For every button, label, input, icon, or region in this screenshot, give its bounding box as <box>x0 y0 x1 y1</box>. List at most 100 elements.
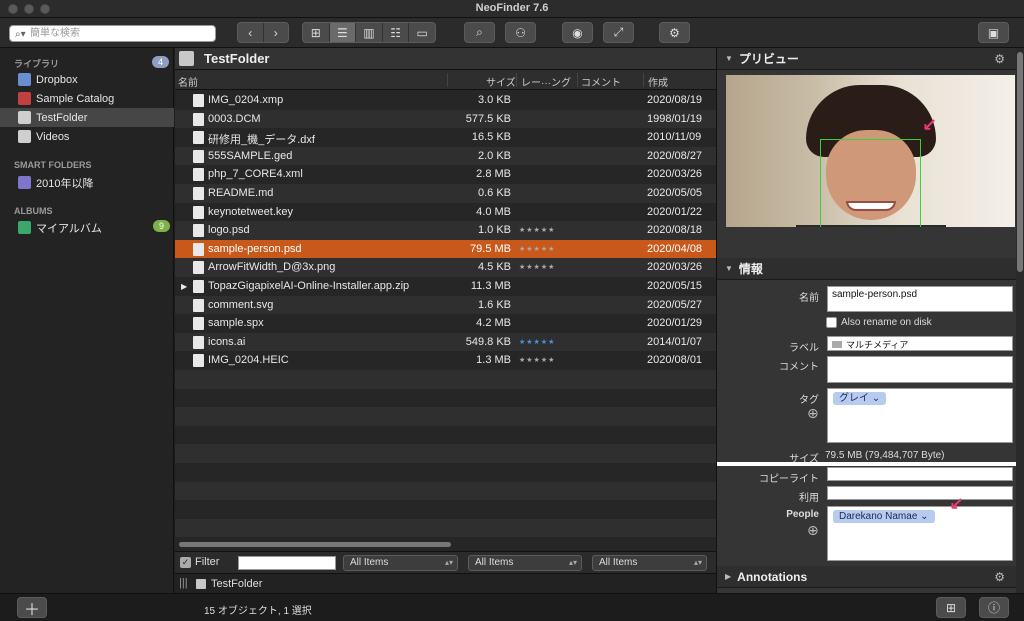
inspector-toggle-button[interactable]: ▣ <box>978 22 1009 43</box>
table-row[interactable]: comment.svg 1.6 KB 2020/05/27 <box>175 295 716 315</box>
inspector-scrollbar[interactable] <box>1016 48 1024 593</box>
add-button[interactable]: ＋ <box>17 597 47 619</box>
filter-checkbox[interactable]: ✓ <box>180 557 191 568</box>
people-field[interactable]: Darekano Namae ⌄ <box>827 506 1013 561</box>
filter-input[interactable] <box>238 556 336 570</box>
file-date: 2020/08/18 <box>647 224 703 237</box>
grip-icon[interactable]: ||| <box>179 577 188 589</box>
file-name: ArrowFitWidth_D@3x.png <box>208 261 336 274</box>
column-view-icon[interactable]: ▥ <box>356 23 383 42</box>
usage-field[interactable] <box>827 486 1013 500</box>
table-row[interactable]: php_7_CORE4.xml 2.8 MB 2020/03/26 <box>175 165 716 184</box>
people-chip[interactable]: Darekano Namae ⌄ <box>833 510 935 523</box>
sidebar-item-testfolder[interactable]: TestFolder <box>0 108 174 127</box>
sidebar-item-videos[interactable]: Videos <box>0 127 174 146</box>
empty-row <box>175 426 716 445</box>
filter-dropdown-2[interactable]: All Items ▴▾ <box>468 555 582 571</box>
gallery-view-icon[interactable]: ▭ <box>409 23 435 42</box>
quicklook-button[interactable]: ◉ <box>562 22 593 43</box>
table-row[interactable]: sample.spx 4.2 MB 2020/01/29 <box>175 314 716 333</box>
search-input[interactable]: ⌕▾ 簡単な検索 <box>9 25 216 42</box>
file-name: php_7_CORE4.xml <box>208 168 303 181</box>
settings-button[interactable]: ⚙ <box>659 22 690 43</box>
sidebar-item-album[interactable]: マイアルバム 9 <box>0 218 174 237</box>
name-label: 名前 <box>799 293 819 304</box>
tag-label: タグ <box>799 395 819 406</box>
column-created[interactable]: 作成 <box>648 74 668 89</box>
file-size: 549.8 KB <box>465 335 511 348</box>
empty-row <box>175 407 716 426</box>
info-section-header[interactable]: ▼ 情報 <box>717 258 1017 280</box>
library-badge: 4 <box>152 56 169 68</box>
label-select[interactable]: マルチメディア <box>827 336 1013 351</box>
face-detection-box[interactable] <box>820 139 921 227</box>
info-button[interactable]: ⓘ <box>979 597 1009 618</box>
forward-icon[interactable]: › <box>264 23 289 42</box>
table-row[interactable]: IMG_0204.xmp 3.0 KB 2020/08/19 <box>175 91 716 110</box>
sidebar-item-label: マイアルバム <box>36 222 102 235</box>
people-button[interactable]: ⚇ <box>505 22 536 43</box>
filter-dropdown-1[interactable]: All Items ▴▾ <box>343 555 458 571</box>
gear-icon[interactable]: ⚙ <box>994 570 1005 584</box>
table-row[interactable]: logo.psd 1.0 KB ★★★★★ 2020/08/18 <box>175 221 716 240</box>
detail-view-icon[interactable]: ☷ <box>383 23 410 42</box>
table-row[interactable]: ArrowFitWidth_D@3x.png 4.5 KB ★★★★★ 2020/03… <box>175 258 716 277</box>
column-rating[interactable]: レー···ング <box>521 74 571 89</box>
file-name: icons.ai <box>208 335 246 348</box>
people-icon: ⚇ <box>515 25 526 40</box>
folder-title: TestFolder <box>204 51 270 66</box>
gear-icon[interactable]: ⚙ <box>994 52 1005 66</box>
sidebar-item-dropbox[interactable]: Dropbox <box>0 70 174 89</box>
disclosure-triangle-icon: ▶ <box>725 572 732 581</box>
copyright-field[interactable] <box>827 467 1013 481</box>
also-rename-checkbox[interactable] <box>826 317 837 328</box>
table-row[interactable]: 0003.DCM 577.5 KB 1998/01/19 <box>175 109 716 129</box>
file-date: 2020/05/27 <box>647 298 703 311</box>
table-row[interactable]: icons.ai 549.8 KB ★★★★★ 2014/01/07 <box>175 332 716 352</box>
file-size: 0.6 KB <box>477 187 511 199</box>
column-size[interactable]: サイズ <box>486 74 516 89</box>
horizontal-scrollbar[interactable] <box>179 542 451 547</box>
inspector-panel: ▼ プリビュー ⚙ ↙ ▼ 情報 名前 sample-person.psd Also … <box>716 48 1017 593</box>
add-tag-icon[interactable]: ⊕ <box>807 405 819 422</box>
file-icon <box>193 168 204 182</box>
annotations-section-header[interactable]: ▶ Annotations ⚙ <box>717 566 1017 588</box>
icon-view-icon[interactable]: ⊞ <box>303 23 330 42</box>
people-chip-label: Darekano Namae <box>839 511 918 522</box>
table-row[interactable]: README.md 0.6 KB 2020/05/05 <box>175 184 716 203</box>
title-bar: NeoFinder 7.6 <box>0 0 1024 18</box>
column-comment[interactable]: コメント <box>581 74 621 89</box>
table-row[interactable]: 研修用_機_データ.dxf 16.5 KB 2010/11/09 <box>175 128 716 147</box>
table-row[interactable]: sample-person.psd 79.5 MB ★★★★★ 2020/04/08 <box>175 239 716 259</box>
list-view-icon[interactable]: ☰ <box>329 23 357 42</box>
tag-field[interactable]: グレイ ⌄ <box>827 388 1013 443</box>
path-text[interactable]: TestFolder <box>211 578 262 590</box>
add-person-icon[interactable]: ⊕ <box>807 522 819 539</box>
table-row[interactable]: 555SAMPLE.ged 2.0 KB 2020/08/27 <box>175 146 716 166</box>
tag-chip[interactable]: グレイ ⌄ <box>833 392 887 405</box>
dropdown-value: All Items <box>599 557 638 568</box>
label-color-swatch <box>832 341 842 348</box>
file-icon <box>193 317 204 331</box>
map-button[interactable]: ⊞ <box>936 597 966 618</box>
scroll-thumb[interactable] <box>1017 52 1023 272</box>
table-row[interactable]: keynotetweet.key 4.0 MB 2020/01/22 <box>175 203 716 222</box>
comment-label: コメント <box>779 362 819 373</box>
name-field[interactable]: sample-person.psd <box>827 286 1013 312</box>
fullscreen-button[interactable]: ⤢ <box>603 22 634 43</box>
column-name[interactable]: 名前 <box>178 74 198 89</box>
preview-section-header[interactable]: ▼ プリビュー ⚙ <box>717 48 1017 70</box>
file-date: 2020/04/08 <box>647 242 703 255</box>
back-icon[interactable]: ‹ <box>238 23 264 42</box>
sidebar-item-smart-folder[interactable]: 2010年以降 <box>0 173 174 192</box>
file-size: 577.5 KB <box>465 112 511 125</box>
comment-field[interactable] <box>827 356 1013 383</box>
find-button[interactable]: ⌕ <box>464 22 495 43</box>
table-row[interactable]: ▶ TopazGigapixelAI-Online-Installer.app.z… <box>175 277 716 296</box>
size-value: 79.5 MB (79,484,707 Byte) <box>825 450 945 461</box>
table-row[interactable]: IMG_0204.HEIC 1.3 MB ★★★★★ 2020/08/01 <box>175 351 716 370</box>
sidebar-item-sample-catalog[interactable]: Sample Catalog <box>0 89 174 108</box>
expand-triangle-icon[interactable]: ▶ <box>181 282 187 291</box>
filter-dropdown-3[interactable]: All Items ▴▾ <box>592 555 707 571</box>
empty-row <box>175 463 716 482</box>
